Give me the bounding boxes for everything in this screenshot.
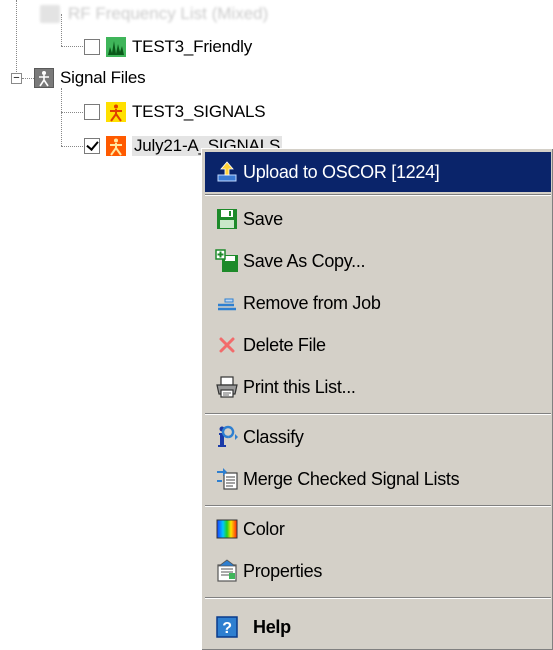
menu-item-help[interactable]: ? Help: [205, 607, 551, 647]
menu-item-color[interactable]: Color: [205, 509, 551, 549]
tree-line: [22, 78, 34, 79]
menu-item-save[interactable]: Save: [205, 199, 551, 239]
spectrum-icon: [106, 37, 126, 57]
folder-icon: [40, 5, 60, 23]
checkbox-checked[interactable]: [84, 138, 100, 154]
delete-x-icon: [215, 333, 239, 357]
menu-item-label: Help: [253, 616, 291, 637]
checkbox[interactable]: [84, 104, 100, 120]
menu-item-label: Print this List...: [243, 376, 356, 397]
remove-icon: [215, 291, 239, 315]
menu-item-merge-checked[interactable]: Merge Checked Signal Lists: [205, 459, 551, 499]
tree-folder-signal-files[interactable]: Signal Files: [34, 66, 146, 90]
tree-line: [61, 88, 62, 146]
menu-item-properties[interactable]: Properties: [205, 551, 551, 591]
menu-item-label: Classify: [243, 426, 304, 447]
classify-icon: [215, 425, 239, 449]
menu-separator: [205, 413, 551, 415]
signal-person-yellow-icon: [106, 102, 126, 122]
color-icon: [215, 517, 239, 541]
tree-item-signal[interactable]: TEST3_SIGNALS: [84, 100, 266, 124]
tree-item-label: TEST3_Friendly: [132, 37, 253, 56]
menu-item-label: Color: [243, 518, 285, 539]
printer-icon: [215, 375, 239, 399]
menu-item-remove-from-job[interactable]: Remove from Job: [205, 283, 551, 323]
menu-item-delete-file[interactable]: Delete File: [205, 325, 551, 365]
upload-icon: [215, 160, 239, 184]
menu-item-label: Properties: [243, 560, 323, 581]
tree-line: [61, 112, 83, 113]
signal-person-orange-icon: [106, 136, 126, 156]
checkbox[interactable]: [84, 39, 100, 55]
menu-separator: [205, 505, 551, 507]
menu-item-label: Upload to OSCOR [1224]: [243, 161, 440, 182]
save-icon: [215, 207, 239, 231]
help-icon: ?: [215, 615, 239, 639]
menu-item-print-list[interactable]: Print this List...: [205, 367, 551, 407]
tree-item-label: TEST3_SIGNALS: [132, 102, 266, 121]
merge-icon: [215, 467, 239, 491]
menu-item-label: Save: [243, 208, 283, 229]
menu-separator: [205, 194, 551, 196]
menu-item-save-as-copy[interactable]: Save As Copy...: [205, 241, 551, 281]
menu-item-classify[interactable]: Classify: [205, 417, 551, 457]
properties-icon: [215, 559, 239, 583]
collapse-toggle[interactable]: −: [11, 73, 22, 84]
menu-item-label: Save As Copy...: [243, 250, 366, 271]
menu-separator: [205, 597, 551, 599]
menu-item-label: Delete File: [243, 334, 326, 355]
signal-folder-icon: [34, 68, 54, 88]
tree-item-rf-child[interactable]: TEST3_Friendly: [84, 35, 252, 59]
tree-line: [61, 14, 62, 46]
svg-text:?: ?: [222, 620, 231, 637]
save-copy-icon: [215, 249, 239, 273]
tree-line: [16, 0, 17, 78]
tree-line: [61, 146, 83, 147]
context-menu: Upload to OSCOR [1224] Save Save As Copy…: [201, 148, 553, 650]
tree-line: [61, 46, 83, 47]
menu-item-label: Remove from Job: [243, 292, 381, 313]
tree-item-label: RF Frequency List (Mixed): [68, 4, 269, 23]
menu-item-label: Merge Checked Signal Lists: [243, 468, 460, 489]
tree-item-label: Signal Files: [60, 68, 146, 87]
menu-item-upload[interactable]: Upload to OSCOR [1224]: [205, 152, 551, 192]
